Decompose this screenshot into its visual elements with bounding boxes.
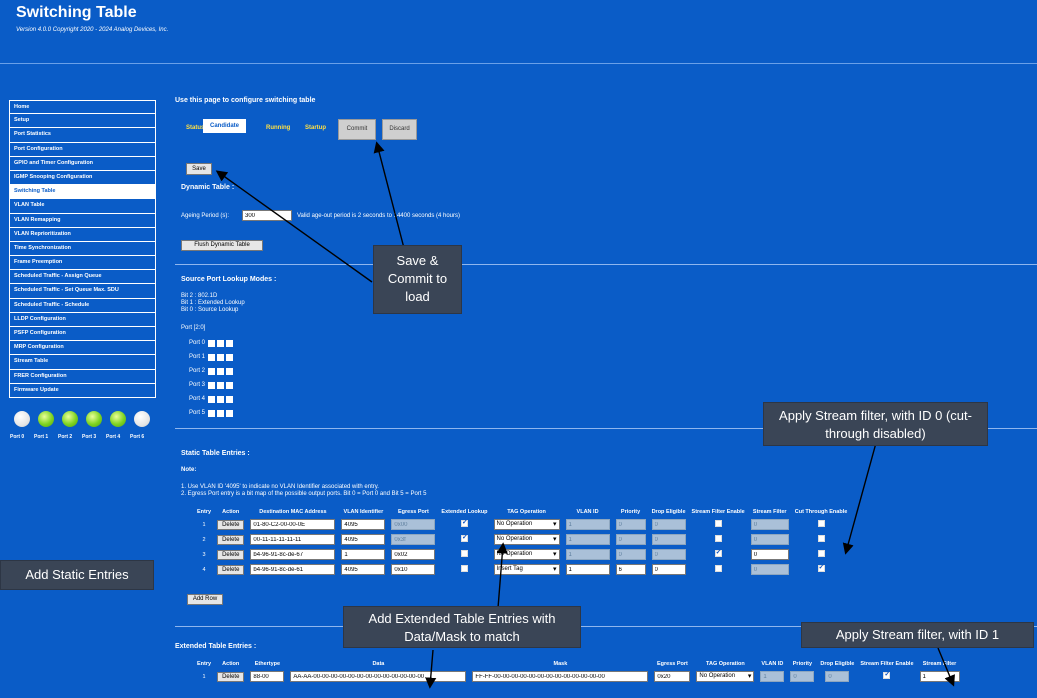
callout-add-static: Add Static Entries [0,560,154,590]
arrow-to-commit [373,141,406,253]
callout-stream-filter-1: Apply Stream filter, with ID 1 [801,622,1034,648]
arrow-to-save [215,170,373,283]
arrow-to-data [425,649,437,689]
callout-extended-entries: Add Extended Table Entries with Data/Mas… [343,606,581,648]
callout-stream-filter-0: Apply Stream filter, with ID 0 (cut-thro… [763,402,988,446]
callout-save-commit: Save & Commit to load [373,245,462,314]
arrow-to-stream-filter-1 [937,647,955,687]
arrow-to-stream-filter-0 [842,442,877,555]
arrow-to-extended-lookup [496,542,508,609]
annotation-arrows [215,141,955,689]
